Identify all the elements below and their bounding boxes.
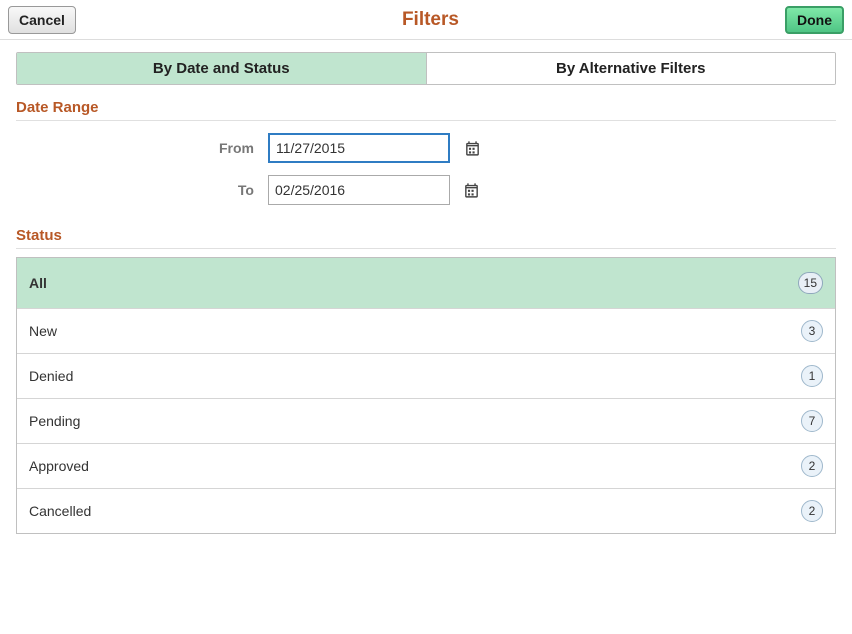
status-list: All 15 New 3 Denied 1 Pending 7 Approved… xyxy=(16,257,836,534)
status-item-cancelled[interactable]: Cancelled 2 xyxy=(17,488,835,533)
status-count-badge: 3 xyxy=(801,320,823,342)
to-date-wrapper xyxy=(268,175,450,205)
status-item-pending[interactable]: Pending 7 xyxy=(17,398,835,443)
status-item-label: Cancelled xyxy=(29,503,91,519)
calendar-icon[interactable] xyxy=(463,135,481,161)
status-item-label: New xyxy=(29,323,57,339)
status-count-badge: 15 xyxy=(798,272,823,294)
page-header: Cancel Filters Done xyxy=(0,0,852,40)
divider xyxy=(16,120,836,121)
date-range-section-label: Date Range xyxy=(16,99,836,116)
status-item-label: Pending xyxy=(29,413,80,429)
to-date-row: To xyxy=(16,175,836,205)
status-item-approved[interactable]: Approved 2 xyxy=(17,443,835,488)
cancel-button[interactable]: Cancel xyxy=(8,6,76,34)
status-item-label: Denied xyxy=(29,368,73,384)
from-date-input[interactable] xyxy=(270,136,463,160)
done-button[interactable]: Done xyxy=(785,6,844,34)
status-item-label: Approved xyxy=(29,458,89,474)
tab-by-alternative[interactable]: By Alternative Filters xyxy=(426,53,836,84)
tab-by-date-status[interactable]: By Date and Status xyxy=(17,53,426,84)
status-section-label: Status xyxy=(16,227,836,244)
from-date-wrapper xyxy=(268,133,450,163)
status-item-label: All xyxy=(29,275,47,291)
status-item-new[interactable]: New 3 xyxy=(17,308,835,353)
divider xyxy=(16,248,836,249)
calendar-icon[interactable] xyxy=(462,176,480,204)
page-title: Filters xyxy=(76,9,785,31)
filter-tabs: By Date and Status By Alternative Filter… xyxy=(16,52,836,85)
status-count-badge: 2 xyxy=(801,455,823,477)
status-item-all[interactable]: All 15 xyxy=(17,258,835,308)
status-item-denied[interactable]: Denied 1 xyxy=(17,353,835,398)
to-label: To xyxy=(16,182,268,198)
from-label: From xyxy=(16,140,268,156)
status-count-badge: 1 xyxy=(801,365,823,387)
status-count-badge: 7 xyxy=(801,410,823,432)
status-count-badge: 2 xyxy=(801,500,823,522)
to-date-input[interactable] xyxy=(269,178,462,202)
from-date-row: From xyxy=(16,133,836,163)
